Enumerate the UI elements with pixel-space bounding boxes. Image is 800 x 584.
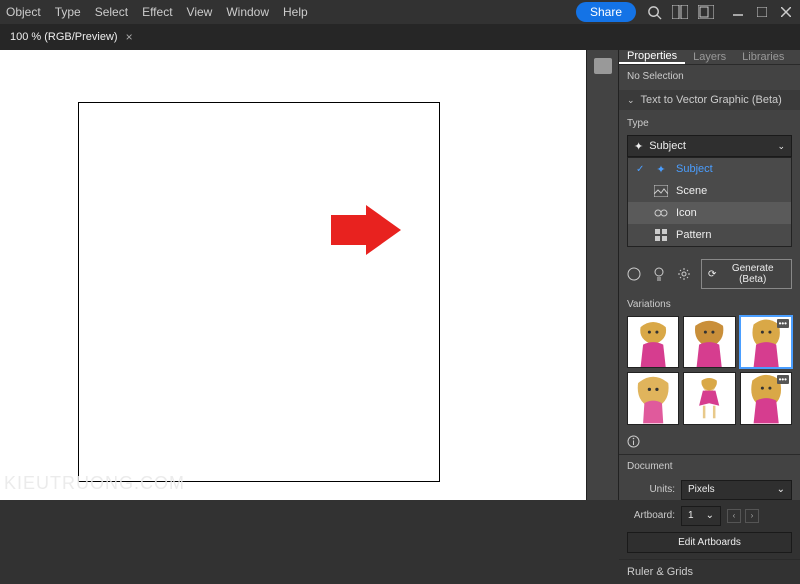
generate-button[interactable]: ⟳ Generate (Beta) bbox=[701, 259, 792, 289]
search-icon[interactable] bbox=[646, 4, 662, 20]
ruler-grids-title: Ruler & Grids bbox=[627, 566, 693, 578]
type-option-subject[interactable]: ✓ ✦ Subject bbox=[628, 158, 791, 180]
variation-thumb-6[interactable]: ••• bbox=[740, 372, 792, 424]
type-option-label: Icon bbox=[676, 207, 697, 219]
units-label: Units: bbox=[627, 484, 675, 495]
more-icon[interactable]: ••• bbox=[777, 375, 789, 384]
document-tab[interactable]: 100 % (RGB/Preview) × bbox=[0, 24, 143, 50]
variation-thumb-1[interactable] bbox=[627, 316, 679, 368]
chevron-down-icon: ⌄ bbox=[777, 141, 785, 152]
no-selection-label: No Selection bbox=[627, 71, 792, 82]
generate-label: Generate (Beta) bbox=[720, 263, 785, 285]
document-tab-label: 100 % (RGB/Preview) bbox=[10, 31, 118, 43]
document-tab-bar: 100 % (RGB/Preview) × bbox=[0, 24, 800, 50]
menubar: Object Type Select Effect View Window He… bbox=[0, 0, 800, 24]
type-option-label: Scene bbox=[676, 185, 707, 197]
variations-label: Variations bbox=[627, 299, 792, 310]
tab-libraries[interactable]: Libraries bbox=[734, 50, 792, 64]
variation-thumb-2[interactable] bbox=[683, 316, 735, 368]
menu-view[interactable]: View bbox=[187, 5, 213, 19]
next-artboard-button[interactable]: › bbox=[745, 509, 759, 523]
share-button[interactable]: Share bbox=[576, 2, 636, 22]
close-icon[interactable] bbox=[778, 4, 794, 20]
type-label: Type bbox=[627, 118, 792, 129]
icon-type-icon bbox=[654, 206, 668, 220]
collapsed-panel-strip bbox=[586, 50, 618, 500]
type-option-icon[interactable]: Icon bbox=[628, 202, 791, 224]
variation-thumb-4[interactable] bbox=[627, 372, 679, 424]
annotation-arrow bbox=[331, 205, 401, 255]
scene-icon bbox=[654, 184, 668, 198]
minimize-icon[interactable] bbox=[730, 4, 746, 20]
type-dropdown-menu: ✓ ✦ Subject Scene Icon Pattern bbox=[627, 157, 792, 247]
menu-help[interactable]: Help bbox=[283, 5, 308, 19]
sparkle-icon: ✦ bbox=[654, 162, 668, 176]
artboard-rectangle[interactable] bbox=[78, 102, 440, 482]
gear-icon[interactable] bbox=[676, 266, 691, 282]
arrange-documents-icon[interactable] bbox=[672, 4, 688, 20]
artboard-label: Artboard: bbox=[627, 510, 675, 521]
check-icon: ✓ bbox=[636, 164, 646, 175]
sparkle-icon: ✦ bbox=[634, 140, 643, 153]
lightbulb-icon[interactable] bbox=[652, 266, 667, 282]
workspace-icon[interactable] bbox=[698, 4, 714, 20]
tab-layers[interactable]: Layers bbox=[685, 50, 734, 64]
chevron-down-icon: ⌄ bbox=[777, 484, 785, 495]
variation-thumb-5[interactable] bbox=[683, 372, 735, 424]
variation-thumb-3[interactable]: ••• bbox=[740, 316, 792, 368]
edit-artboards-button[interactable]: Edit Artboards bbox=[627, 532, 792, 553]
menu-window[interactable]: Window bbox=[226, 5, 269, 19]
chevron-down-icon: ⌄ bbox=[627, 95, 635, 106]
artboard-number-input[interactable]: 1⌄ bbox=[681, 506, 721, 526]
watermark-text: KIEUTRUONG.COM bbox=[4, 473, 185, 494]
menu-type[interactable]: Type bbox=[55, 5, 81, 19]
text-to-vector-header[interactable]: ⌄ Text to Vector Graphic (Beta) bbox=[619, 90, 800, 110]
document-section-title: Document bbox=[627, 461, 792, 472]
prev-artboard-button[interactable]: ‹ bbox=[727, 509, 741, 523]
pattern-icon bbox=[654, 228, 668, 242]
type-dropdown[interactable]: ✦ Subject ⌄ bbox=[627, 135, 792, 157]
type-option-pattern[interactable]: Pattern bbox=[628, 224, 791, 246]
tab-properties[interactable]: Properties bbox=[619, 50, 685, 64]
chevron-down-icon: ⌄ bbox=[706, 510, 714, 521]
generate-icon: ⟳ bbox=[708, 269, 716, 280]
info-icon[interactable] bbox=[627, 435, 792, 448]
type-option-label: Subject bbox=[676, 163, 713, 175]
type-option-label: Pattern bbox=[676, 229, 711, 241]
color-picker-icon[interactable] bbox=[627, 266, 642, 282]
properties-panel: Properties Layers Libraries No Selection… bbox=[618, 50, 800, 500]
comments-icon[interactable] bbox=[594, 58, 612, 74]
tab-close-icon[interactable]: × bbox=[126, 30, 133, 44]
type-option-scene[interactable]: Scene bbox=[628, 180, 791, 202]
more-icon[interactable]: ••• bbox=[777, 319, 789, 328]
text-to-vector-title: Text to Vector Graphic (Beta) bbox=[641, 94, 782, 106]
menu-effect[interactable]: Effect bbox=[142, 5, 172, 19]
type-dropdown-value: Subject bbox=[649, 140, 686, 152]
maximize-icon[interactable] bbox=[754, 4, 770, 20]
units-select[interactable]: Pixels⌄ bbox=[681, 480, 792, 500]
canvas-area[interactable]: KIEUTRUONG.COM bbox=[0, 50, 586, 500]
menu-select[interactable]: Select bbox=[95, 5, 128, 19]
menu-object[interactable]: Object bbox=[6, 5, 41, 19]
